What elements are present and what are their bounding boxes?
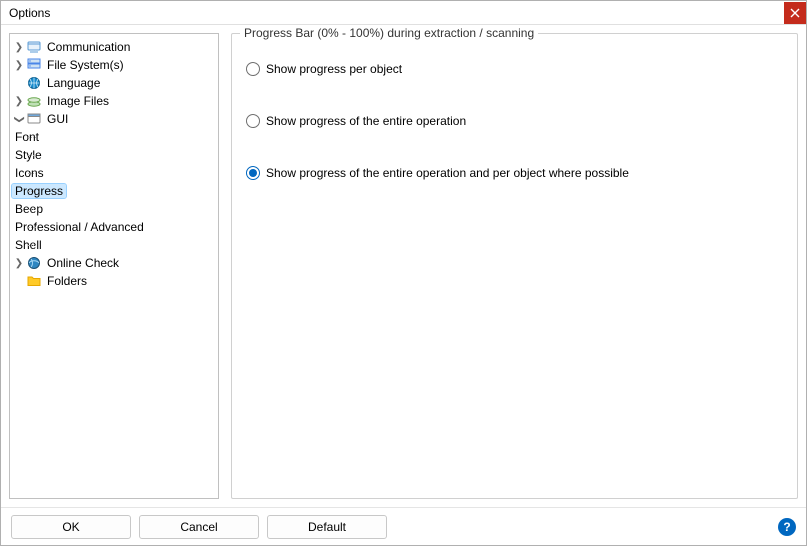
- ok-button[interactable]: OK: [11, 515, 131, 539]
- tree-item-image-files[interactable]: ❯ Image Files: [12, 92, 216, 110]
- titlebar: Options: [1, 1, 806, 25]
- radio-label: Show progress of the entire operation an…: [266, 166, 629, 180]
- tree-item-professional[interactable]: Professional / Advanced: [12, 218, 216, 236]
- chevron-right-icon: ❯: [12, 258, 26, 269]
- cancel-button[interactable]: Cancel: [139, 515, 259, 539]
- online-check-icon: [26, 255, 42, 271]
- tree-label: File System(s): [44, 58, 127, 72]
- folder-icon: [26, 273, 42, 289]
- chevron-right-icon: ❯: [12, 60, 26, 71]
- tree-item-folders[interactable]: Folders: [12, 272, 216, 290]
- image-files-icon: [26, 93, 42, 109]
- tree-label: Image Files: [44, 94, 112, 108]
- tree-label: Icons: [12, 166, 47, 180]
- gui-icon: [26, 111, 42, 127]
- radio-label: Show progress per object: [266, 62, 402, 76]
- chevron-right-icon: ❯: [12, 42, 26, 53]
- tree-label: Online Check: [44, 256, 122, 270]
- help-button[interactable]: ?: [778, 518, 796, 536]
- tree-label: Font: [12, 130, 42, 144]
- radio-progress-entire-operation[interactable]: Show progress of the entire operation: [246, 114, 783, 128]
- radio-icon: [246, 166, 260, 180]
- tree-label: Shell: [12, 238, 45, 252]
- tree-item-shell[interactable]: Shell: [12, 236, 216, 254]
- radio-progress-entire-and-per-object[interactable]: Show progress of the entire operation an…: [246, 166, 783, 180]
- tree-item-style[interactable]: Style: [12, 146, 216, 164]
- radio-icon: [246, 62, 260, 76]
- tree-label: Professional / Advanced: [12, 220, 147, 234]
- tree-item-gui[interactable]: ❯ GUI: [12, 110, 216, 128]
- tree-item-online-check[interactable]: ❯ Online Check: [12, 254, 216, 272]
- tree-label: GUI: [44, 112, 71, 126]
- tree-label: Style: [12, 148, 45, 162]
- tree-item-progress[interactable]: Progress: [12, 182, 216, 200]
- progress-groupbox: Progress Bar (0% - 100%) during extracti…: [231, 33, 798, 499]
- tree-item-communication[interactable]: ❯ Communication: [12, 38, 216, 56]
- close-icon: [790, 8, 800, 18]
- tree-item-file-system[interactable]: ❯ File System(s): [12, 56, 216, 74]
- tree-item-language[interactable]: Language: [12, 74, 216, 92]
- filesystem-icon: [26, 57, 42, 73]
- language-icon: [26, 75, 42, 91]
- tree-label: Language: [44, 76, 103, 90]
- radio-progress-per-object[interactable]: Show progress per object: [246, 62, 783, 76]
- tree-label: Beep: [12, 202, 46, 216]
- tree-label: Progress: [12, 184, 66, 198]
- groupbox-legend: Progress Bar (0% - 100%) during extracti…: [240, 26, 538, 40]
- communication-icon: [26, 39, 42, 55]
- button-bar: OK Cancel Default ?: [1, 507, 806, 545]
- radio-icon: [246, 114, 260, 128]
- tree-label: Folders: [44, 274, 90, 288]
- window-title: Options: [9, 6, 784, 20]
- default-button[interactable]: Default: [267, 515, 387, 539]
- question-icon: ?: [783, 520, 790, 534]
- chevron-right-icon: ❯: [12, 96, 26, 107]
- radio-label: Show progress of the entire operation: [266, 114, 466, 128]
- content-area: ❯ Communication ❯ File System(s): [1, 25, 806, 507]
- tree-label: Communication: [44, 40, 133, 54]
- close-button[interactable]: [784, 2, 806, 24]
- tree-item-icons[interactable]: Icons: [12, 164, 216, 182]
- tree-item-beep[interactable]: Beep: [12, 200, 216, 218]
- settings-panel: Progress Bar (0% - 100%) during extracti…: [227, 33, 798, 499]
- chevron-down-icon: ❯: [14, 112, 25, 126]
- options-tree[interactable]: ❯ Communication ❯ File System(s): [9, 33, 219, 499]
- tree-item-font[interactable]: Font: [12, 128, 216, 146]
